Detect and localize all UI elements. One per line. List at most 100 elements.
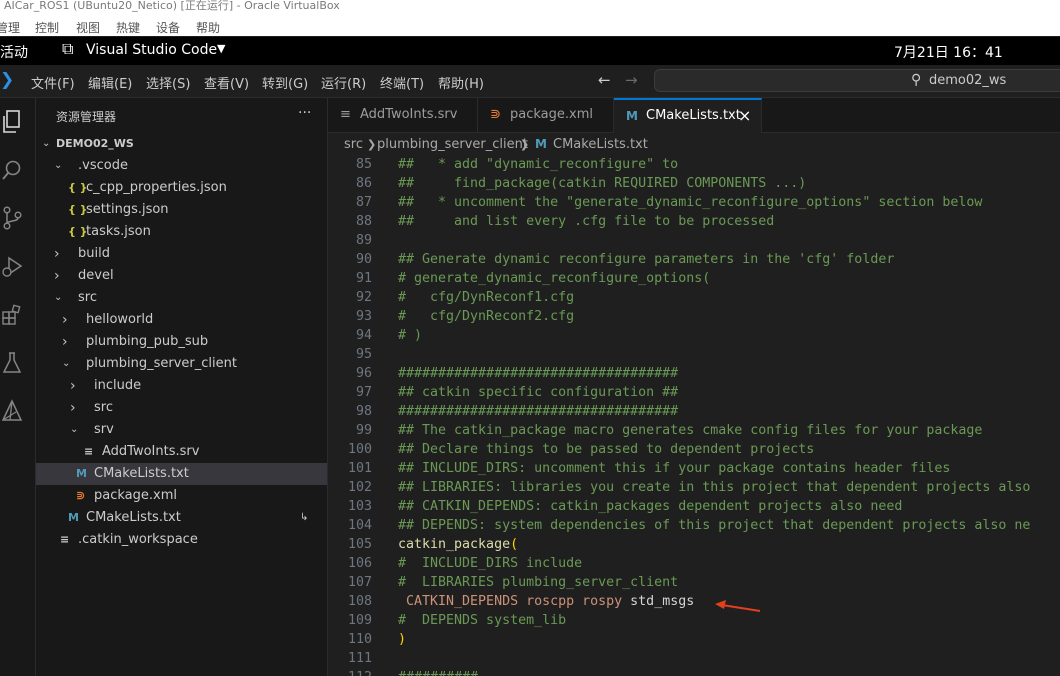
close-icon[interactable]: × [738,100,751,132]
menu-run[interactable]: 运行(R) [321,73,366,92]
vbox-menu-control[interactable]: 控制 [35,19,59,36]
code-text: catkin_package( [398,535,518,554]
tree-folder[interactable]: ⌄ srv [36,419,327,441]
run-debug-icon[interactable] [0,253,26,281]
tree-item-label: AddTwoInts.srv [102,444,200,459]
activities-button[interactable]: 活动 [0,42,28,62]
tree-file[interactable]: { } settings.json [36,199,327,221]
code-line: 95 [328,345,1060,364]
menu-go[interactable]: 转到(G) [262,73,308,92]
tree-file[interactable]: ⋑ package.xml [36,485,327,507]
tree-folder[interactable]: › include [36,375,327,397]
line-number: 105 [347,537,372,552]
source-control-icon[interactable] [0,204,26,232]
code-token: ## CATKIN_DEPENDS: catkin_packages depen… [398,499,903,514]
explorer-icon[interactable] [0,108,26,136]
tree-file[interactable]: M CMakeLists.txt [36,463,327,485]
json-file-icon: { } [68,181,88,194]
tree-item-label: helloworld [86,312,154,327]
code-text: ################################### [398,364,678,383]
tab-cmakelists-txt[interactable]: M CMakeLists.txt × [614,98,762,133]
menu-selection[interactable]: 选择(S) [146,73,190,92]
clock[interactable]: 7月21日 16：41 [894,42,1003,62]
vbox-menu-devices[interactable]: 设备 [156,19,180,36]
code-token: ## Generate dynamic reconfigure paramete… [398,252,895,267]
code-line: 87 ## * uncomment the "generate_dynamic_r… [328,193,1060,212]
tree-folder[interactable]: ⌄ .vscode [36,155,327,177]
vscode-menubar: ❯ 文件(F) 编辑(E) 选择(S) 查看(V) 转到(G) 运行(R) 终端… [0,65,1060,98]
code-token: # ) [398,328,423,343]
command-center-search[interactable]: ⚲ demo02_ws [654,69,1060,92]
tree-file[interactable]: ≡ AddTwoInts.srv [36,441,327,463]
chevron-right-icon: › [62,334,68,350]
chevron-right-icon: › [54,268,60,284]
code-text: # LIBRARIES plumbing_server_client [398,573,678,592]
chevron-down-icon: ⌄ [70,424,79,435]
workspace-root[interactable]: ⌄ DEMO02_WS [36,133,327,155]
line-number: 96 [355,366,372,381]
search-icon[interactable] [0,156,26,184]
line-number: 90 [355,252,372,267]
tree-folder[interactable]: › plumbing_pub_sub [36,331,327,353]
cmake-tools-icon[interactable] [0,397,26,425]
lines-file-icon: ≡ [340,107,351,122]
testing-flask-icon[interactable] [0,349,26,377]
arrow-right-icon[interactable]: → [625,71,638,89]
app-menu-label[interactable]: Visual Studio Code [86,42,217,58]
tree-file[interactable]: ≡ .catkin_workspace [36,529,327,551]
tree-item-label: build [78,246,110,261]
tab-package-xml[interactable]: ⋑ package.xml [478,98,614,132]
code-token: # generate_dynamic_reconfigure_options( [398,271,711,286]
line-number: 104 [347,518,372,533]
more-actions-icon[interactable]: ··· [298,105,311,121]
code-text: ## LIBRARIES: libraries you create in th… [398,478,1030,497]
code-editor[interactable]: 85 ## * add "dynamic_reconfigure" to 86 ## … [328,156,1060,676]
tree-folder[interactable]: › build [36,243,327,265]
tree-folder[interactable]: › src [36,397,327,419]
line-number: 87 [355,195,372,210]
tree-item-label: src [78,290,97,305]
vscode-app-icon: ⧉ [62,39,74,58]
code-token: ## * uncomment the "generate_dynamic_rec… [398,195,983,210]
code-token: ## and list every .cfg file to be proces… [398,214,775,229]
tab-addtwoints-srv[interactable]: ≡ AddTwoInts.srv [328,98,478,132]
tree-folder[interactable]: ⌄ plumbing_server_client [36,353,327,375]
breadcrumb-item[interactable]: CMakeLists.txt [553,133,648,156]
vbox-menu-view[interactable]: 视图 [76,19,100,36]
menu-terminal[interactable]: 终端(T) [380,73,424,92]
line-number: 94 [355,328,372,343]
annotation-arrow-icon [715,600,761,612]
tree-file[interactable]: { } tasks.json [36,221,327,243]
code-text: ## and list every .cfg file to be proces… [398,212,774,231]
menu-view[interactable]: 查看(V) [204,73,249,92]
tree-file[interactable]: { } c_cpp_properties.json [36,177,327,199]
tree-file[interactable]: M CMakeLists.txt ↳ [36,507,327,529]
tree-item-label: .vscode [78,158,128,173]
chevron-down-icon[interactable]: ▼ [217,42,225,55]
tree-folder[interactable]: ⌄ src [36,287,327,309]
breadcrumb-item[interactable]: src [344,133,363,156]
line-number: 89 [355,233,372,248]
arrow-left-icon[interactable]: ← [598,71,611,89]
menu-edit[interactable]: 编辑(E) [88,73,132,92]
code-text: ## The catkin_package macro generates cm… [398,421,982,440]
tree-folder[interactable]: › devel [36,265,327,287]
vbox-menu-help[interactable]: 帮助 [196,19,220,36]
code-line: 89 [328,231,1060,250]
menu-file[interactable]: 文件(F) [31,73,75,92]
code-token: std_msgs [630,594,695,609]
vbox-menu-manage[interactable]: 管理 [0,19,20,36]
activity-bar [0,98,36,676]
code-token: ## Declare things to be passed to depend… [398,442,815,457]
gnome-top-bar: 活动 ⧉ Visual Studio Code ▼ 7月21日 16：41 [0,37,1060,65]
line-number: 108 [347,594,372,609]
breadcrumb-item[interactable]: plumbing_server_client [377,133,528,156]
tree-folder[interactable]: › helloworld [36,309,327,331]
code-token: ## catkin specific configuration ## [398,385,679,400]
explorer-sidebar: 资源管理器 ··· ⌄ DEMO02_WS ⌄ .vscode{ } c_cpp_p… [36,98,328,676]
extensions-icon[interactable] [0,301,26,329]
vbox-menu-hotkeys[interactable]: 热键 [116,19,140,36]
menu-help[interactable]: 帮助(H) [438,73,484,92]
code-line: 103 ## CATKIN_DEPENDS: catkin_packages de… [328,497,1060,516]
code-line: 100 ## Declare things to be passed to dep… [328,440,1060,459]
